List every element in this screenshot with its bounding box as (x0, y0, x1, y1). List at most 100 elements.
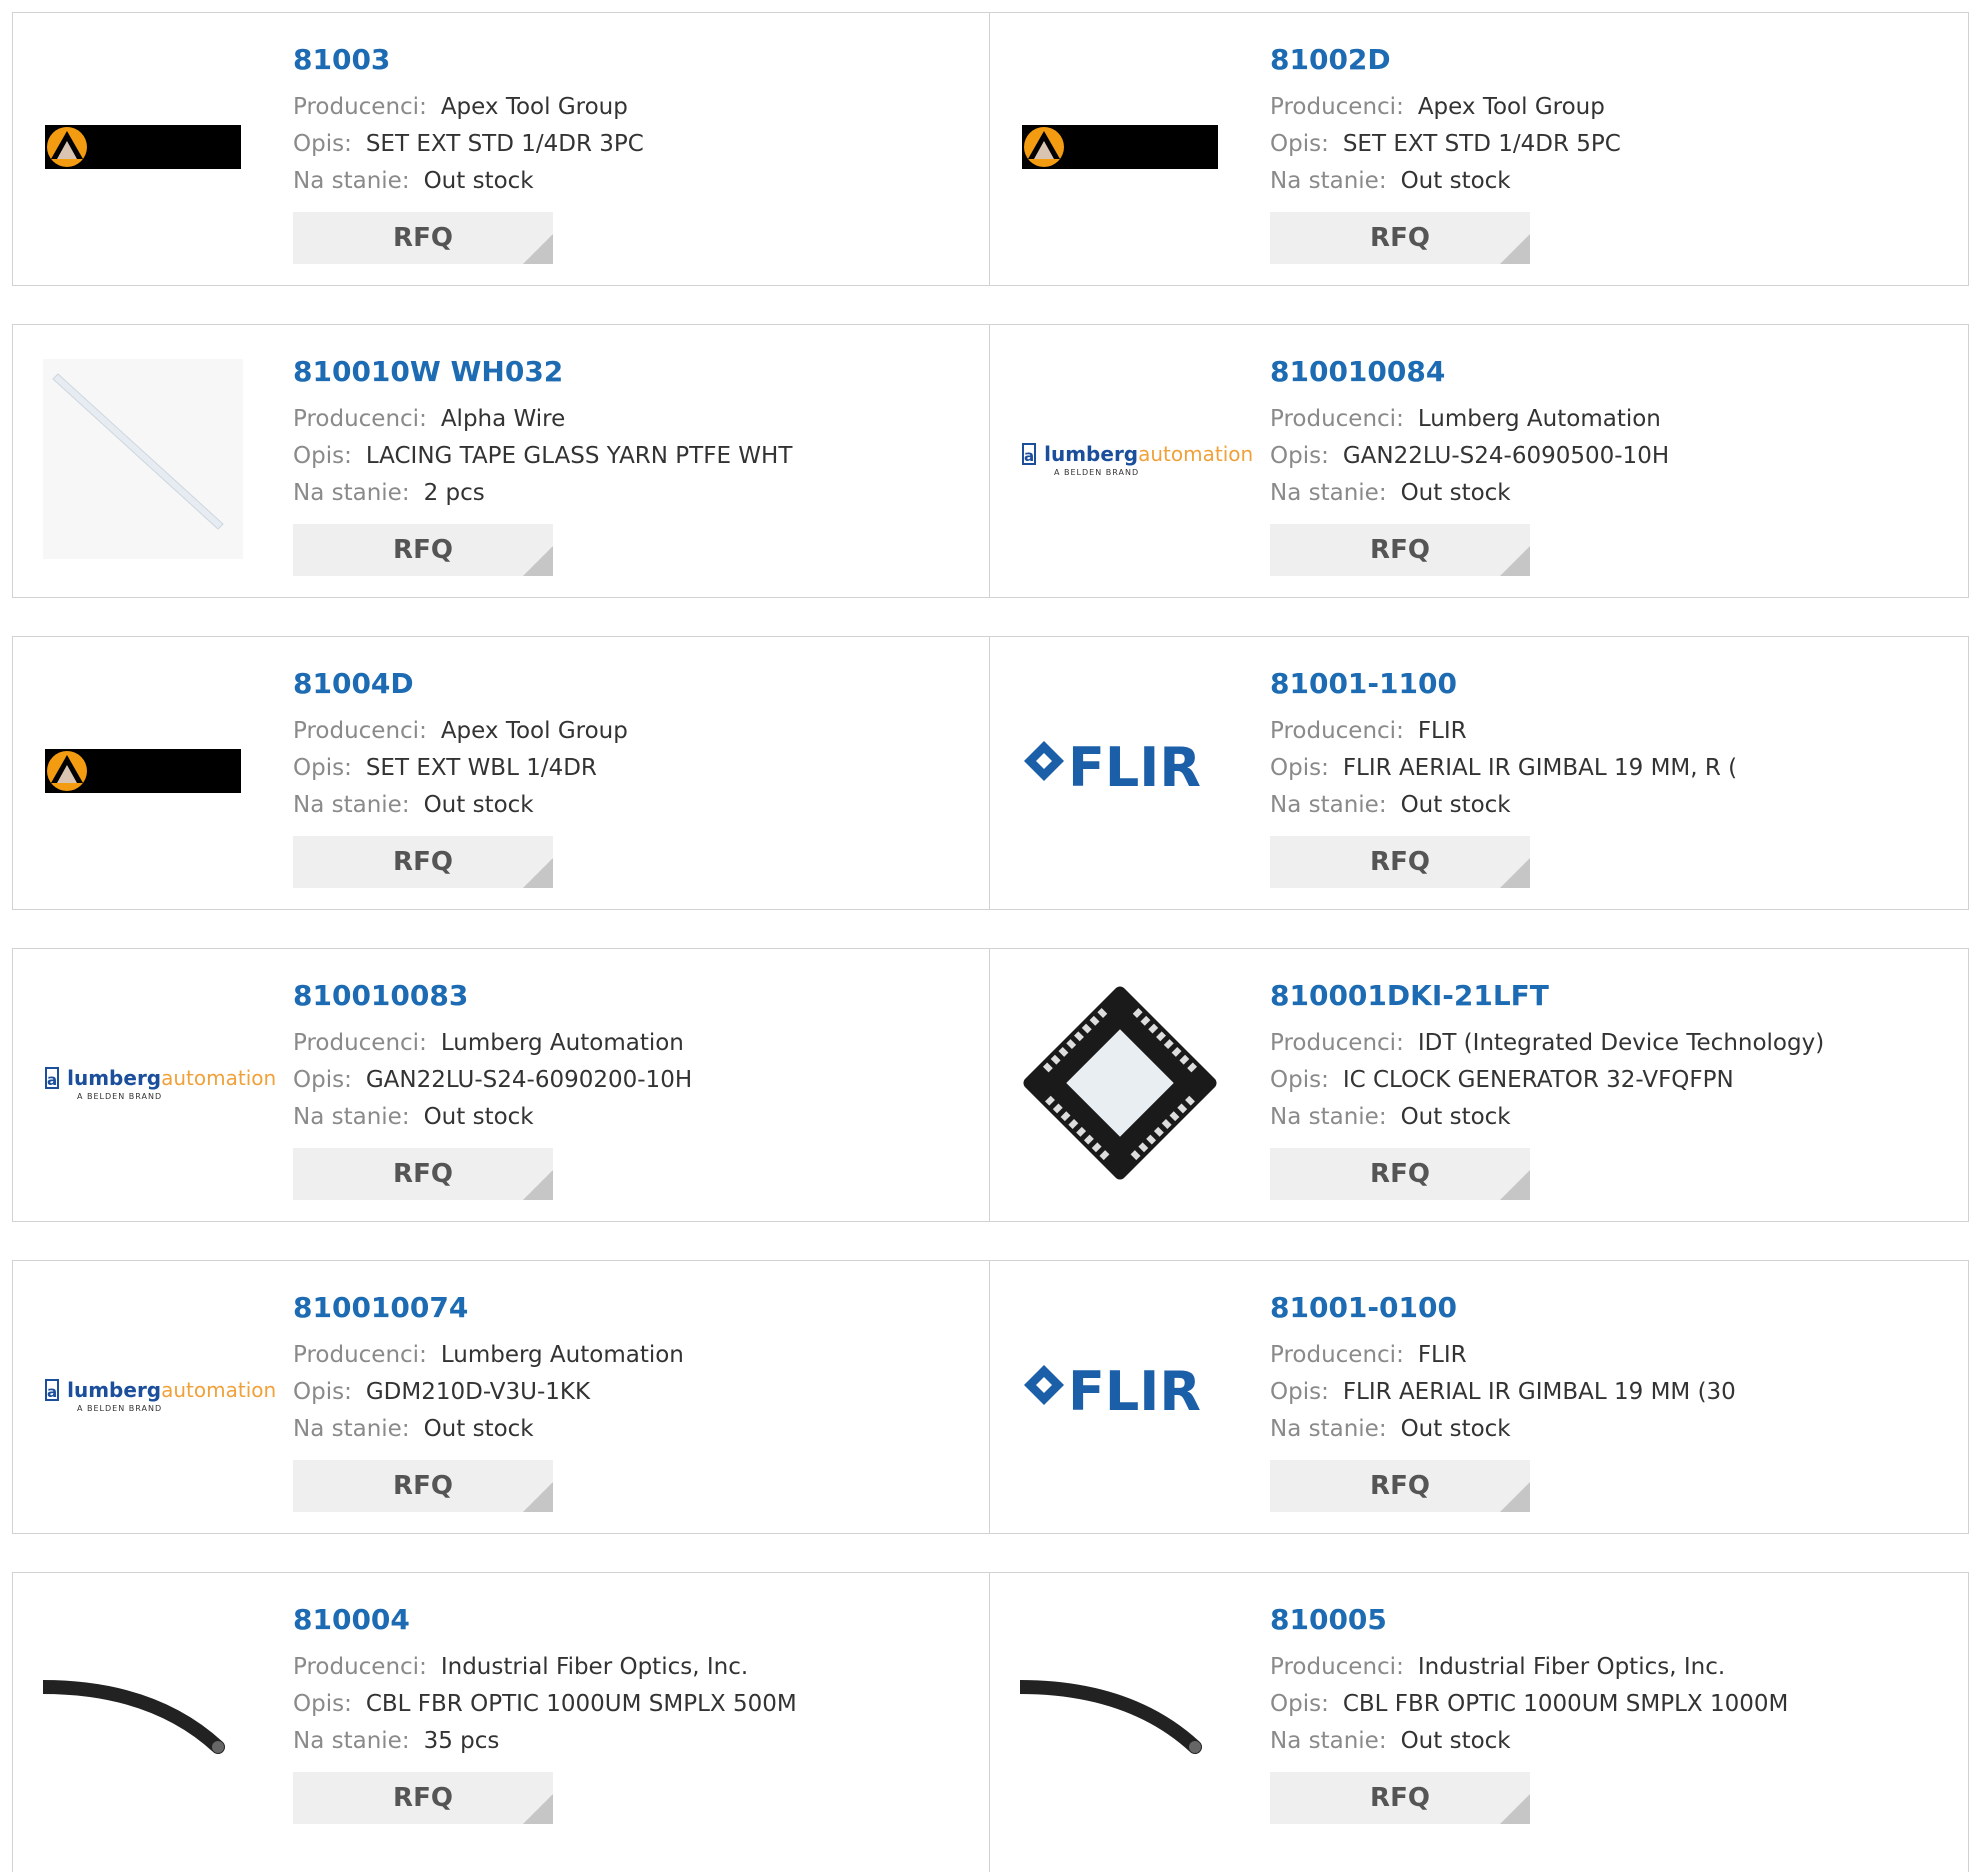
apex-logo (45, 749, 241, 793)
part-number-link[interactable]: 81002D (1270, 43, 1958, 77)
description-label: Opis: (293, 1379, 352, 1405)
manufacturer-row: Producenci: IDT (Integrated Device Techno… (1270, 1025, 1958, 1062)
stock-label: Na stanie: (1270, 168, 1387, 194)
corner-triangle-icon (1500, 234, 1530, 264)
product-image[interactable]: a lumberg automation A BELDEN BRAND (43, 1295, 276, 1495)
product-image[interactable]: FLIR (1020, 671, 1220, 871)
description-label: Opis: (293, 131, 352, 157)
description-row: Opis: FLIR AERIAL IR GIMBAL 19 MM, R ( (1270, 750, 1958, 787)
product-image[interactable] (43, 1607, 243, 1807)
manufacturer-label: Producenci: (293, 1654, 427, 1680)
manufacturer-label: Producenci: (1270, 1654, 1404, 1680)
manufacturer-value: Alpha Wire (440, 406, 566, 432)
part-number-link[interactable]: 810010083 (293, 979, 979, 1013)
description-value: SET EXT WBL 1/4DR (365, 755, 597, 781)
product-image[interactable]: a lumberg automation A BELDEN BRAND (1020, 359, 1253, 559)
lumberg-word: lumberg (67, 1065, 162, 1090)
product-card: 81003 Producenci: Apex Tool Group Opis: SE… (12, 12, 990, 286)
rfq-label: RFQ (393, 1471, 453, 1501)
product-image[interactable] (43, 671, 243, 871)
lumberg-word: lumberg (1044, 441, 1139, 466)
description-row: Opis: CBL FBR OPTIC 1000UM SMPLX 1000M (1270, 1686, 1958, 1723)
description-row: Opis: CBL FBR OPTIC 1000UM SMPLX 500M (293, 1686, 979, 1723)
rfq-button[interactable]: RFQ (1270, 1148, 1530, 1200)
rfq-button[interactable]: RFQ (1270, 524, 1530, 576)
part-number-link[interactable]: 810010074 (293, 1291, 979, 1325)
manufacturer-label: Producenci: (293, 94, 427, 120)
belden-tag: A BELDEN BRAND (1054, 467, 1140, 477)
part-number-link[interactable]: 810010084 (1270, 355, 1958, 389)
product-image[interactable] (1020, 983, 1220, 1183)
manufacturer-value: Lumberg Automation (440, 1342, 684, 1368)
product-image[interactable]: a lumberg automation A BELDEN BRAND (43, 983, 276, 1183)
rfq-button[interactable]: RFQ (1270, 1460, 1530, 1512)
corner-triangle-icon (523, 1482, 553, 1512)
fiber-cable-image (43, 1680, 225, 1754)
stock-row: Na stanie: Out stock (1270, 163, 1958, 200)
manufacturer-row: Producenci: Apex Tool Group (293, 713, 979, 750)
description-label: Opis: (1270, 1379, 1329, 1405)
lumberg-logo: a lumberg automation A BELDEN BRAND (45, 1065, 276, 1101)
product-grid: 81003 Producenci: Apex Tool Group Opis: SE… (12, 12, 1969, 1872)
stock-value: Out stock (1400, 792, 1511, 818)
manufacturer-value: Apex Tool Group (440, 718, 628, 744)
corner-triangle-icon (1500, 1482, 1530, 1512)
corner-triangle-icon (1500, 1794, 1530, 1824)
lumberg-word: lumberg (67, 1377, 162, 1402)
rfq-label: RFQ (393, 1159, 453, 1189)
automation-word: automation (1138, 441, 1254, 466)
part-number-link[interactable]: 810005 (1270, 1603, 1958, 1637)
part-number-link[interactable]: 81001-1100 (1270, 667, 1958, 701)
part-number-link[interactable]: 81001-0100 (1270, 1291, 1958, 1325)
stock-row: Na stanie: Out stock (293, 1411, 979, 1448)
stock-row: Na stanie: Out stock (1270, 1099, 1958, 1136)
rfq-label: RFQ (393, 223, 453, 253)
stock-label: Na stanie: (293, 168, 410, 194)
product-image[interactable] (1020, 1607, 1220, 1807)
rfq-button[interactable]: RFQ (293, 1148, 553, 1200)
rfq-button[interactable]: RFQ (293, 524, 553, 576)
stock-label: Na stanie: (1270, 1104, 1387, 1130)
description-value: SET EXT STD 1/4DR 3PC (365, 131, 644, 157)
manufacturer-label: Producenci: (293, 718, 427, 744)
product-image[interactable] (43, 47, 243, 247)
manufacturer-row: Producenci: FLIR (1270, 713, 1958, 750)
rfq-button[interactable]: RFQ (293, 836, 553, 888)
product-info: 81003 Producenci: Apex Tool Group Opis: SE… (293, 43, 979, 264)
product-info: 81001-1100 Producenci: FLIR Opis: FLIR AER… (1270, 667, 1958, 888)
product-image[interactable] (1020, 47, 1220, 247)
rfq-button[interactable]: RFQ (293, 212, 553, 264)
rfq-button[interactable]: RFQ (293, 1460, 553, 1512)
corner-triangle-icon (523, 858, 553, 888)
stock-row: Na stanie: 35 pcs (293, 1723, 979, 1760)
part-number-link[interactable]: 81004D (293, 667, 979, 701)
flir-wordmark: FLIR (1068, 736, 1201, 799)
description-label: Opis: (293, 1691, 352, 1717)
manufacturer-row: Producenci: Lumberg Automation (1270, 401, 1958, 438)
product-image[interactable] (43, 359, 243, 559)
manufacturer-row: Producenci: FLIR (1270, 1337, 1958, 1374)
rfq-label: RFQ (393, 1783, 453, 1813)
stock-value: 2 pcs (423, 480, 485, 506)
rfq-button[interactable]: RFQ (1270, 1772, 1530, 1824)
rfq-button[interactable]: RFQ (293, 1772, 553, 1824)
part-number-link[interactable]: 81003 (293, 43, 979, 77)
rfq-button[interactable]: RFQ (1270, 212, 1530, 264)
stock-row: Na stanie: 2 pcs (293, 475, 979, 512)
manufacturer-label: Producenci: (1270, 406, 1404, 432)
product-image[interactable]: FLIR (1020, 1295, 1220, 1495)
description-row: Opis: LACING TAPE GLASS YARN PTFE WHT (293, 438, 979, 475)
description-label: Opis: (293, 443, 352, 469)
part-number-link[interactable]: 810001DKI-21LFT (1270, 979, 1958, 1013)
part-number-link[interactable]: 810004 (293, 1603, 979, 1637)
part-number-link[interactable]: 810010W WH032 (293, 355, 979, 389)
manufacturer-row: Producenci: Alpha Wire (293, 401, 979, 438)
rfq-label: RFQ (1370, 1471, 1430, 1501)
stock-value: Out stock (1400, 480, 1511, 506)
manufacturer-row: Producenci: Industrial Fiber Optics, Inc. (293, 1649, 979, 1686)
rfq-button[interactable]: RFQ (1270, 836, 1530, 888)
product-card: FLIR 81001-0100 Producenci: FLIR Opis: FLI… (990, 1260, 1969, 1534)
stock-label: Na stanie: (1270, 1728, 1387, 1754)
product-card: 81002D Producenci: Apex Tool Group Opis: S… (990, 12, 1969, 286)
product-card: 810010W WH032 Producenci: Alpha Wire Opis… (12, 324, 990, 598)
